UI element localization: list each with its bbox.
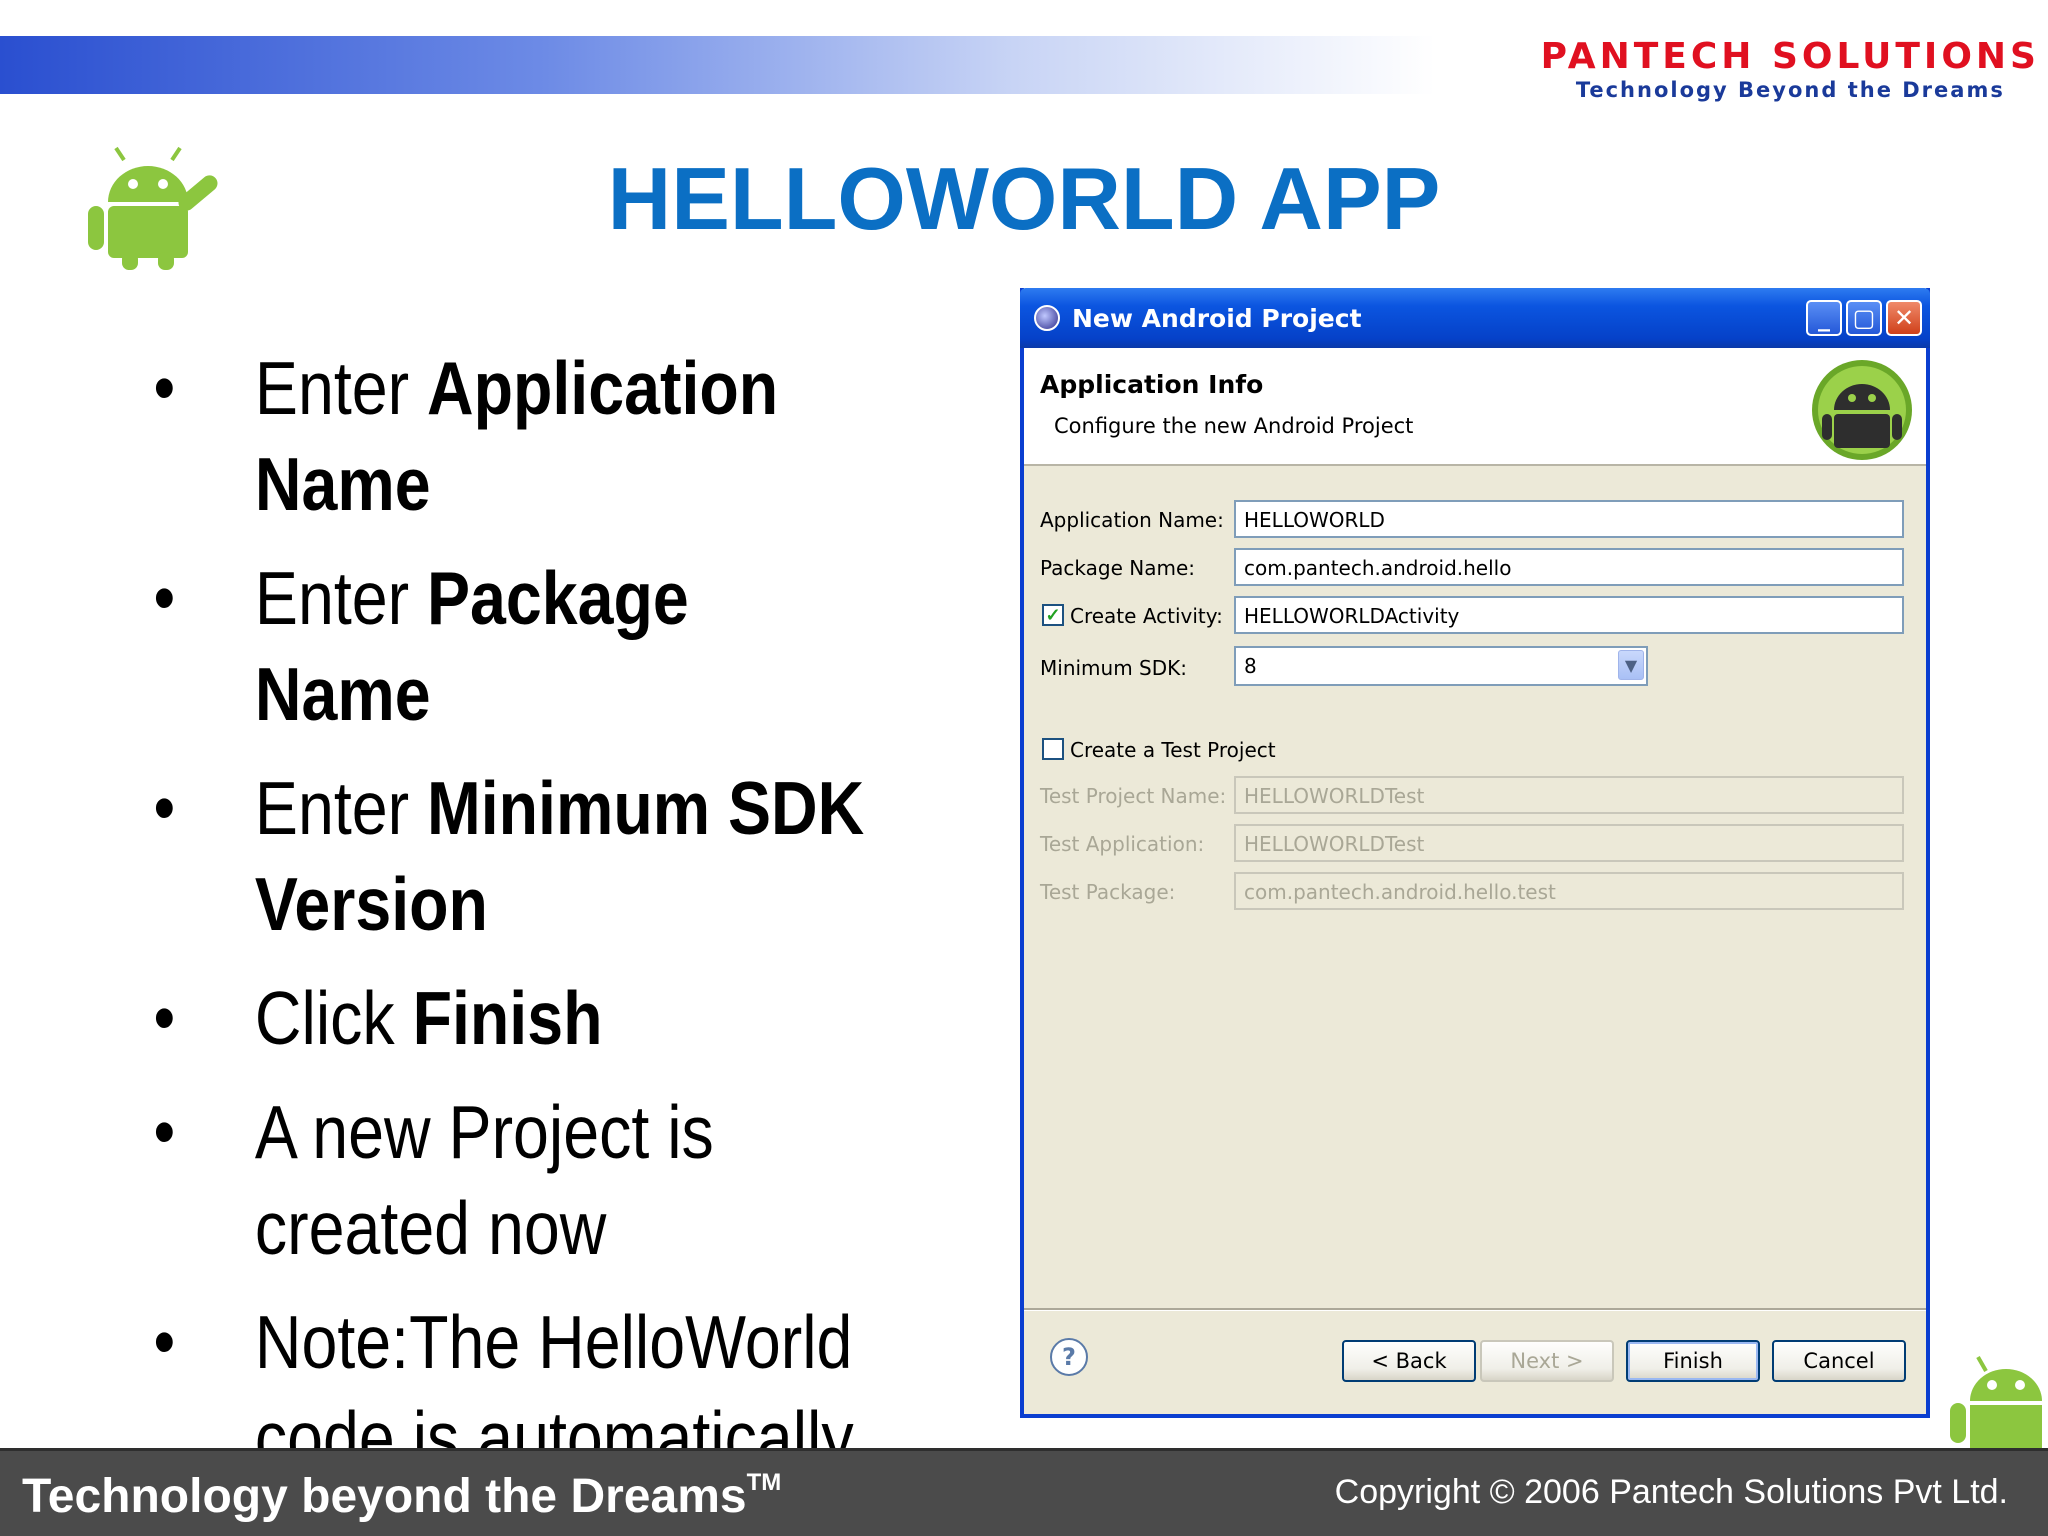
min-sdk-combo[interactable]: 8 ▼ <box>1234 646 1648 686</box>
eclipse-icon <box>1034 305 1060 331</box>
slide-title-text: HELLOWORLD APP <box>607 149 1441 248</box>
header-banner <box>0 36 1560 94</box>
test-application-label: Test Application: <box>1040 832 1205 856</box>
bullet-text: Click <box>254 976 413 1060</box>
bullet-item: Enter Application Name <box>150 340 872 532</box>
next-button[interactable]: Next > <box>1480 1340 1614 1382</box>
footer-tagline-text: Technology beyond the Dreams <box>22 1470 747 1523</box>
package-name-label: Package Name: <box>1040 556 1195 580</box>
new-android-project-dialog: New Android Project _ ▢ ✕ Application In… <box>1020 288 1930 1418</box>
bullet-list: Enter Application Name Enter Package Nam… <box>150 340 872 1536</box>
header-title: Application Info <box>1040 370 1264 399</box>
dialog-titlebar[interactable]: New Android Project _ ▢ ✕ <box>1020 288 1930 348</box>
trademark-mark: TM <box>746 1469 782 1496</box>
test-project-name-label: Test Project Name: <box>1040 784 1227 808</box>
android-robot-icon <box>1950 1356 2042 1450</box>
create-test-project-label: Create a Test Project <box>1070 738 1276 762</box>
footer-tagline: Technology beyond the DreamsTM <box>22 1469 781 1524</box>
checkmark-icon: ✓ <box>1045 604 1061 625</box>
company-logo: PANTECH SOLUTIONS Technology Beyond the … <box>1541 36 2040 102</box>
footer-copyright: Copyright © 2006 Pantech Solutions Pvt L… <box>1334 1473 2008 1511</box>
footer-bar: Technology beyond the DreamsTM Copyright… <box>0 1448 2048 1536</box>
bullet-item: Enter Minimum SDK Version <box>150 760 872 952</box>
bullet-text: Enter <box>254 766 428 850</box>
create-activity-label: Create Activity: <box>1070 604 1223 628</box>
slide-title: HELLOWORLD APP <box>0 148 2048 250</box>
cancel-button[interactable]: Cancel <box>1772 1340 1906 1382</box>
package-name-field[interactable]: com.pantech.android.hello <box>1234 548 1904 586</box>
dialog-header: Application Info Configure the new Andro… <box>1024 348 1926 466</box>
create-activity-checkbox[interactable]: ✓ <box>1042 604 1064 626</box>
bullet-text: A new Project is created now <box>254 1090 714 1270</box>
bullet-bold: Finish <box>412 976 603 1060</box>
dialog-title: New Android Project <box>1072 303 1362 333</box>
test-application-field[interactable]: HELLOWORLDTest <box>1234 824 1904 862</box>
back-button[interactable]: < Back <box>1342 1340 1476 1382</box>
finish-button[interactable]: Finish <box>1626 1340 1760 1382</box>
activity-name-field[interactable]: HELLOWORLDActivity <box>1234 596 1904 634</box>
create-test-project-checkbox[interactable] <box>1042 738 1064 760</box>
chevron-down-icon[interactable]: ▼ <box>1618 650 1644 680</box>
test-project-name-field[interactable]: HELLOWORLDTest <box>1234 776 1904 814</box>
min-sdk-label: Minimum SDK: <box>1040 656 1187 680</box>
bullet-text: Enter <box>254 556 428 640</box>
header-subtitle: Configure the new Android Project <box>1054 414 1414 438</box>
bullet-item: A new Project is created now <box>150 1084 872 1276</box>
close-icon[interactable]: ✕ <box>1886 300 1922 336</box>
test-package-field[interactable]: com.pantech.android.hello.test <box>1234 872 1904 910</box>
logo-name: PANTECH SOLUTIONS <box>1540 36 2040 77</box>
app-name-field[interactable]: HELLOWORLD <box>1234 500 1904 538</box>
test-package-label: Test Package: <box>1040 880 1176 904</box>
bullet-item: Click Finish <box>150 970 872 1066</box>
min-sdk-value: 8 <box>1244 654 1257 678</box>
bullet-item: Enter Package Name <box>150 550 872 742</box>
app-name-label: Application Name: <box>1040 508 1224 532</box>
logo-tagline: Technology Beyond the Dreams <box>1575 78 2005 102</box>
minimize-icon[interactable]: _ <box>1806 300 1842 336</box>
android-badge-icon <box>1812 360 1912 460</box>
bullet-text: Enter <box>254 346 428 430</box>
maximize-icon[interactable]: ▢ <box>1846 300 1882 336</box>
help-icon[interactable]: ? <box>1050 1338 1088 1376</box>
button-separator <box>1024 1308 1926 1311</box>
